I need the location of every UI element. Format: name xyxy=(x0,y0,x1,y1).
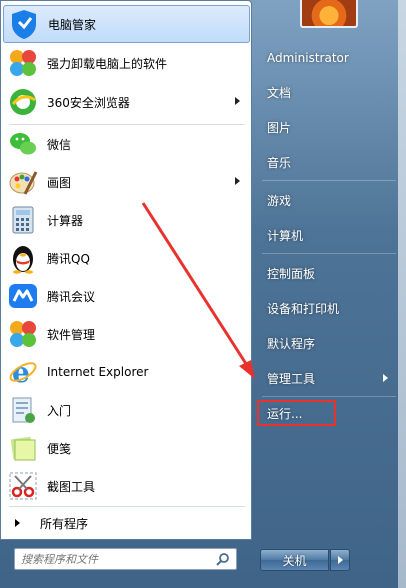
program-qq[interactable]: 腾讯QQ xyxy=(3,239,250,277)
games-link[interactable]: 游戏 xyxy=(260,185,398,215)
submenu-arrow-icon xyxy=(383,374,388,382)
all-programs-label: 所有程序 xyxy=(40,516,89,531)
program-label: 软件管理 xyxy=(47,327,96,342)
program-label: Internet Explorer xyxy=(47,365,149,379)
program-calculator[interactable]: 计算器 xyxy=(3,201,250,239)
user-name-link[interactable]: Administrator xyxy=(260,43,398,73)
program-internet-explorer[interactable]: e Internet Explorer xyxy=(3,353,250,391)
divider xyxy=(262,396,396,397)
item-label: 文档 xyxy=(267,85,292,100)
tencent-meeting-icon xyxy=(7,280,39,312)
item-label: 计算机 xyxy=(267,228,304,243)
item-label: 图片 xyxy=(267,120,292,135)
submenu-arrow-icon xyxy=(235,177,240,185)
paint-icon xyxy=(7,166,39,198)
program-label: 腾讯会议 xyxy=(47,289,96,304)
program-label: 截图工具 xyxy=(47,479,96,494)
program-getting-started[interactable]: 入门 xyxy=(3,391,250,429)
item-label: 设备和打印机 xyxy=(267,301,340,316)
user-avatar[interactable] xyxy=(300,0,358,28)
search-input[interactable] xyxy=(21,551,211,567)
shutdown-group: 关机 xyxy=(260,549,350,571)
music-link[interactable]: 音乐 xyxy=(260,147,398,177)
program-paint[interactable]: 画图 xyxy=(3,163,250,201)
default-programs-link[interactable]: 默认程序 xyxy=(260,328,398,358)
tencent-pc-manager-icon xyxy=(8,8,40,40)
run-highlight-box xyxy=(257,400,336,426)
expand-arrow-icon xyxy=(15,519,20,527)
program-label: 计算器 xyxy=(47,213,84,228)
program-label: 强力卸载电脑上的软件 xyxy=(47,56,168,71)
devices-printers-link[interactable]: 设备和打印机 xyxy=(260,293,398,323)
program-label: 入门 xyxy=(47,403,72,418)
divider xyxy=(9,506,245,507)
shutdown-button[interactable]: 关机 xyxy=(260,549,329,571)
pictures-link[interactable]: 图片 xyxy=(260,112,398,142)
computer-link[interactable]: 计算机 xyxy=(260,220,398,250)
calculator-icon xyxy=(7,204,39,236)
admin-tools-link[interactable]: 管理工具 xyxy=(260,363,398,393)
item-label: 管理工具 xyxy=(267,371,316,386)
software-manager-icon xyxy=(7,318,39,350)
shutdown-options-button[interactable] xyxy=(330,549,350,571)
qq-penguin-icon xyxy=(7,242,39,274)
program-label: 微信 xyxy=(47,137,72,152)
internet-explorer-icon: e xyxy=(7,356,39,389)
snipping-tool-icon xyxy=(7,470,39,502)
program-sticky-notes[interactable]: 便笺 xyxy=(3,429,250,467)
program-label: 电脑管家 xyxy=(48,17,97,32)
getting-started-icon xyxy=(7,394,39,426)
program-label: 便笺 xyxy=(47,441,72,456)
program-label: 腾讯QQ xyxy=(47,251,90,266)
program-tencent-meeting[interactable]: 腾讯会议 xyxy=(3,277,250,315)
item-label: 控制面板 xyxy=(267,266,316,281)
360-browser-icon xyxy=(7,86,39,118)
program-uninstaller[interactable]: 强力卸载电脑上的软件 xyxy=(3,44,250,82)
program-label: 画图 xyxy=(47,175,72,190)
item-label: 音乐 xyxy=(267,155,292,170)
item-label: Administrator xyxy=(267,51,349,65)
start-menu: 电脑管家 强力卸载电脑上的软件 360安全浏览器 微信 画图 计算器 腾讯QQ … xyxy=(0,0,406,588)
background-window xyxy=(398,0,406,588)
all-programs-button[interactable]: 所有程序 xyxy=(3,509,250,537)
submenu-arrow-icon xyxy=(235,97,240,105)
search-box[interactable] xyxy=(14,548,237,570)
control-panel-link[interactable]: 控制面板 xyxy=(260,258,398,288)
programs-pane: 电脑管家 强力卸载电脑上的软件 360安全浏览器 微信 画图 计算器 腾讯QQ … xyxy=(0,0,252,540)
program-snipping-tool[interactable]: 截图工具 xyxy=(3,467,250,505)
chevron-right-icon xyxy=(338,556,343,564)
item-label: 默认程序 xyxy=(267,336,316,351)
program-label: 360安全浏览器 xyxy=(47,95,130,110)
sticky-notes-icon xyxy=(7,432,39,464)
documents-link[interactable]: 文档 xyxy=(260,77,398,107)
program-360-browser[interactable]: 360安全浏览器 xyxy=(3,83,250,121)
program-tencent-pc-manager[interactable]: 电脑管家 xyxy=(3,5,250,43)
divider xyxy=(262,180,396,181)
uninstaller-icon xyxy=(7,47,39,79)
program-wechat[interactable]: 微信 xyxy=(3,125,250,163)
divider xyxy=(262,253,396,254)
wechat-icon xyxy=(7,128,39,160)
item-label: 游戏 xyxy=(267,193,292,208)
search-icon[interactable] xyxy=(216,552,230,566)
program-software-manager[interactable]: 软件管理 xyxy=(3,315,250,353)
